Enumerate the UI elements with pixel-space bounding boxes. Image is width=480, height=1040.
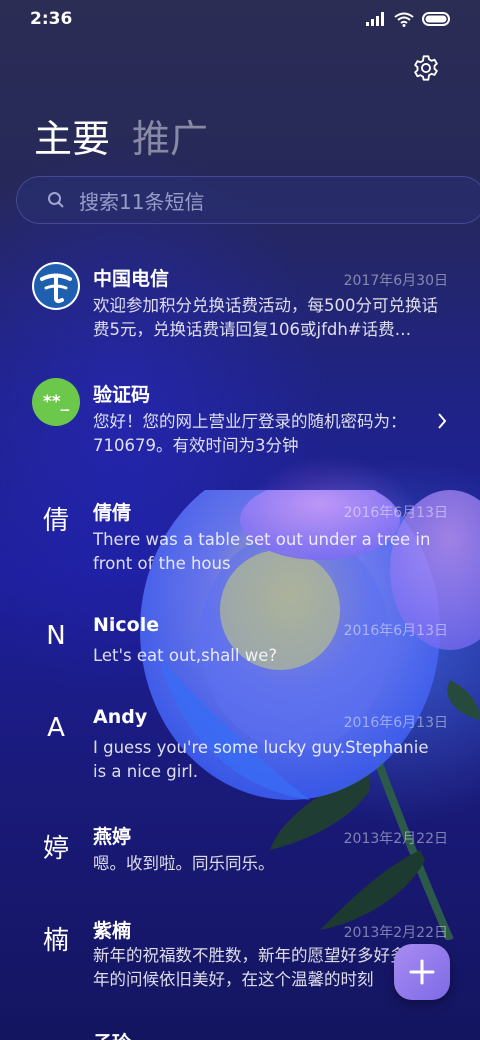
settings-gear-icon[interactable] (412, 54, 440, 82)
wifi-icon (394, 12, 414, 27)
message-tabs: 主要 推广 (34, 108, 208, 163)
message-preview: Let's eat out,shall we? (93, 646, 278, 665)
message-date: 2016年6月13日 (343, 715, 448, 731)
message-date: 2013年2月22日 (343, 831, 448, 847)
avatar-text: N (46, 621, 66, 651)
conversation-item[interactable]: 子玲 (0, 1028, 480, 1040)
status-bar: 2:36 (0, 0, 480, 38)
conversation-item[interactable]: N Nicole 2016年6月13日 Let's eat out,shall … (0, 610, 480, 690)
conversation-item[interactable]: A Andy 2016年6月13日 I guess you're some lu… (0, 702, 480, 802)
sender-name: Nicole (93, 614, 160, 636)
signal-icon (366, 12, 384, 26)
new-message-button[interactable] (394, 944, 450, 1000)
avatar: 楠 (32, 914, 80, 962)
status-icons (366, 12, 452, 27)
conversation-item[interactable]: **_ 验证码 您好！您的网上营业厅登录的随机密码为：710679。有效时间为3… (0, 374, 480, 474)
conversation-item[interactable]: 中国电信 2017年6月30日 欢迎参加积分兑换话费活动，每500分可兑换话费5… (0, 256, 480, 356)
sender-name: 燕婷 (93, 826, 132, 848)
search-icon (48, 192, 64, 208)
sender-name: Andy (93, 706, 148, 728)
sender-name: 倩倩 (93, 502, 132, 524)
status-time: 2:36 (30, 9, 73, 29)
tab-primary[interactable]: 主要 (34, 108, 110, 163)
message-preview: 欢迎参加积分兑换话费活动，每500分可兑换话费5元，兑换话费请回复106或jfd… (93, 296, 438, 339)
plus-icon (409, 959, 435, 985)
message-preview: There was a table set out under a tree i… (93, 530, 431, 573)
avatar-text: 婷 (42, 833, 69, 864)
message-preview: 您好！您的网上营业厅登录的随机密码为：710679。有效时间为3分钟 (93, 412, 407, 455)
conversation-item[interactable]: 倩 倩倩 2016年6月13日 There was a table set ou… (0, 492, 480, 592)
message-date: 2016年6月13日 (343, 505, 448, 521)
sender-name: 子玲 (93, 1028, 131, 1040)
search-input[interactable]: 搜索11条短信 (16, 176, 480, 224)
avatar: 倩 (32, 494, 80, 542)
sender-name: 紫楠 (93, 920, 132, 942)
china-telecom-logo-icon (32, 262, 80, 310)
message-preview: 嗯。收到啦。同乐同乐。 (93, 854, 275, 873)
message-date: 2016年6月13日 (343, 623, 448, 639)
conversation-item[interactable]: 婷 燕婷 2013年2月22日 嗯。收到啦。同乐同乐。 (0, 818, 480, 898)
avatar-text: 倩 (42, 505, 69, 536)
battery-icon (422, 12, 450, 26)
avatar: N (32, 612, 80, 660)
avatar: **_ (32, 378, 80, 426)
message-date: 2013年2月22日 (343, 925, 448, 941)
avatar: 婷 (32, 822, 80, 870)
tab-promotions[interactable]: 推广 (132, 108, 208, 163)
search-placeholder: 搜索11条短信 (79, 189, 205, 214)
chevron-right-icon[interactable] (436, 412, 448, 430)
sender-name: 中国电信 (93, 268, 170, 290)
sender-name: 验证码 (93, 384, 151, 406)
message-preview: 新年的祝福数不胜数，新年的愿望好多好多，新年的问候依旧美好，在这个温馨的时刻 (93, 946, 440, 989)
avatar: A (32, 704, 80, 752)
avatar-text: **_ (42, 392, 70, 412)
message-date: 2017年6月30日 (343, 273, 448, 289)
message-preview: I guess you're some lucky guy.Stephanie … (93, 738, 429, 781)
avatar-text: 楠 (42, 925, 69, 956)
avatar-text: A (47, 713, 65, 743)
